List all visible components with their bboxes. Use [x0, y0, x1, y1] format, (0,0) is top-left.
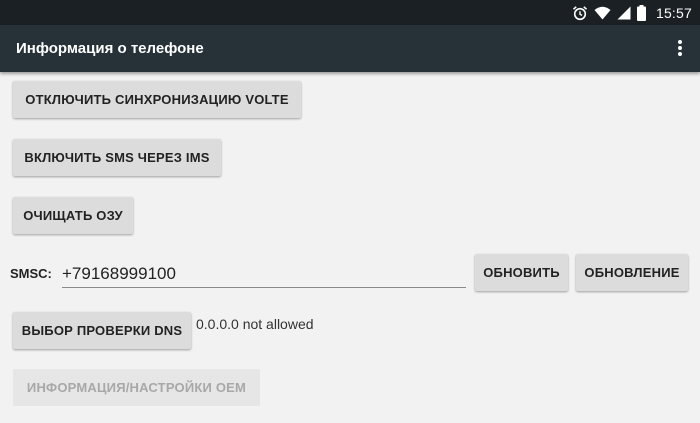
overflow-menu-icon[interactable] — [674, 38, 686, 58]
smsc-update-button[interactable]: ОБНОВЛЕНИЕ — [576, 254, 688, 291]
oem-info-button: ИНФОРМАЦИЯ/НАСТРОЙКИ OEM — [13, 369, 260, 406]
disable-volte-sync-button[interactable]: ОТКЛЮЧИТЬ СИНХРОНИЗАЦИЮ VOLTE — [13, 81, 301, 118]
clear-ram-button[interactable]: ОЧИЩАТЬ ОЗУ — [13, 197, 133, 234]
page-title: Информация о телефоне — [16, 40, 204, 57]
smsc-label: SMSC: — [10, 266, 52, 281]
enable-sms-over-ims-button[interactable]: ВКЛЮЧИТЬ SMS ЧЕРЕЗ IMS — [13, 139, 221, 176]
menu-dot — [678, 52, 682, 56]
menu-dot — [678, 46, 682, 50]
dns-status-text: 0.0.0.0 not allowed — [196, 316, 314, 332]
alarm-icon — [572, 5, 588, 21]
battery-icon — [636, 4, 646, 21]
dns-check-button[interactable]: ВЫБОР ПРОВЕРКИ DNS — [13, 312, 191, 349]
phone-info-content: ОТКЛЮЧИТЬ СИНХРОНИЗАЦИЮ VOLTE ВКЛЮЧИТЬ S… — [0, 72, 700, 423]
menu-dot — [678, 40, 682, 44]
wifi-icon — [594, 6, 611, 20]
smsc-refresh-button[interactable]: ОБНОВИТЬ — [475, 254, 568, 291]
smsc-input[interactable] — [62, 260, 466, 288]
cell-signal-icon — [617, 6, 631, 20]
status-icons: 15:57 — [572, 0, 692, 25]
app-bar: Информация о телефоне — [0, 25, 700, 72]
status-clock: 15:57 — [655, 4, 692, 21]
status-bar: 15:57 — [0, 0, 700, 25]
